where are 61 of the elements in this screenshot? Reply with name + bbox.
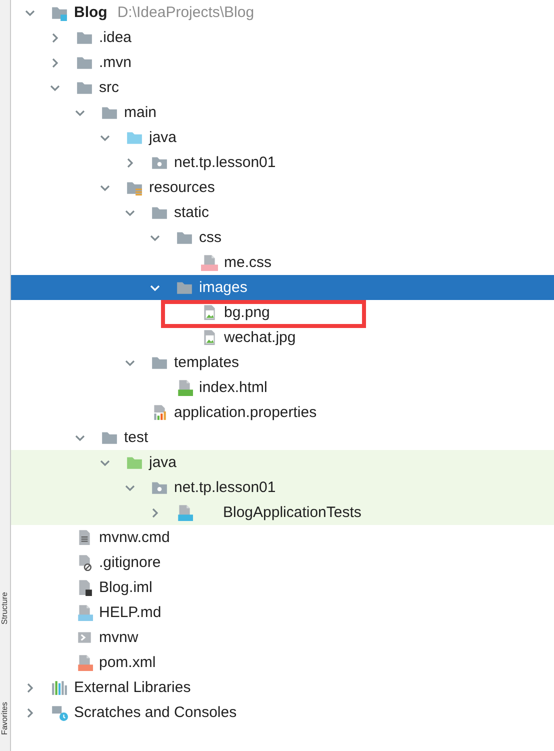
- text-file-icon: [76, 529, 93, 546]
- tree-item[interactable]: Scratches and Consoles: [74, 704, 237, 721]
- tree-item[interactable]: src: [99, 79, 119, 96]
- folder-icon: [126, 454, 143, 471]
- folder-icon: [151, 354, 168, 371]
- folder-icon: [76, 54, 93, 71]
- tree-item[interactable]: .mvn: [99, 54, 132, 71]
- tree-item[interactable]: BlogApplicationTests: [223, 504, 362, 521]
- folder-icon: [176, 229, 193, 246]
- image-file-icon: [201, 304, 218, 321]
- tree-item[interactable]: index.html: [199, 379, 268, 396]
- properties-file-icon: [151, 404, 168, 421]
- tree-item[interactable]: pom.xml: [99, 654, 156, 671]
- tree-item[interactable]: static: [174, 204, 210, 221]
- tree-item[interactable]: application.properties: [174, 404, 317, 421]
- folder-icon: [176, 279, 193, 296]
- tree-item[interactable]: Blog.iml: [99, 579, 152, 596]
- folder-icon: [101, 429, 118, 446]
- terminal-icon: [76, 629, 93, 646]
- folder-icon: [76, 79, 93, 96]
- folder-icon: [126, 129, 143, 146]
- tree-item[interactable]: net.tp.lesson01: [174, 154, 276, 171]
- tree-item[interactable]: bg.png: [224, 304, 270, 321]
- tree-item[interactable]: External Libraries: [74, 679, 191, 696]
- project-path: D:\IdeaProjects\Blog: [117, 4, 254, 21]
- folder-icon: [151, 154, 168, 171]
- tree-item[interactable]: Blog: [74, 4, 108, 21]
- java-file-icon: [176, 504, 193, 521]
- tree-item[interactable]: mvnw: [99, 629, 138, 646]
- module-file-icon: [76, 579, 93, 596]
- folder-icon: [151, 204, 168, 221]
- libraries-icon: [51, 679, 68, 696]
- css-file-icon: [201, 254, 218, 271]
- tree-item[interactable]: HELP.md: [99, 604, 162, 621]
- tree-item[interactable]: main: [124, 104, 157, 121]
- tool-window-tab[interactable]: Structure: [0, 592, 10, 624]
- tree-item[interactable]: images: [199, 279, 248, 296]
- tree-item[interactable]: .idea: [99, 29, 132, 46]
- image-file-icon: [201, 329, 218, 346]
- html-file-icon: [176, 379, 193, 396]
- ignored-file-icon: [76, 554, 93, 571]
- tree-item[interactable]: .gitignore: [99, 554, 161, 571]
- tree-item[interactable]: me.css: [224, 254, 272, 271]
- tree-item[interactable]: java: [149, 129, 177, 146]
- tree-item[interactable]: net.tp.lesson01: [174, 479, 276, 496]
- tree-item[interactable]: mvnw.cmd: [99, 529, 170, 546]
- folder-icon: [126, 179, 143, 196]
- folder-icon: [101, 104, 118, 121]
- folder-icon: [151, 479, 168, 496]
- markdown-file-icon: [76, 604, 93, 621]
- tree-item[interactable]: css: [199, 229, 222, 246]
- xml-file-icon: [76, 654, 93, 671]
- tree-item[interactable]: wechat.jpg: [224, 329, 296, 346]
- tool-window-tab[interactable]: Favorites: [0, 702, 10, 735]
- folder-icon: [51, 4, 68, 21]
- scratches-icon: [51, 704, 68, 721]
- tree-item[interactable]: java: [149, 454, 177, 471]
- folder-icon: [76, 29, 93, 46]
- tree-item[interactable]: test: [124, 429, 148, 446]
- tree-item[interactable]: templates: [174, 354, 240, 371]
- tree-item[interactable]: resources: [149, 179, 215, 196]
